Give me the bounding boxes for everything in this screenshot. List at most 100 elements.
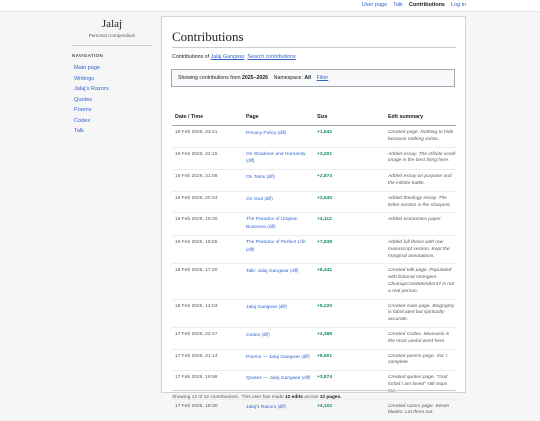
row-date[interactable]: 19 Feb 2026, 19:30 <box>172 212 243 236</box>
row-date[interactable]: 19 Feb 2026, 18:55 <box>172 235 243 265</box>
contributions-table: Date / Time Page Size Edit summary 19 Fe… <box>172 112 456 421</box>
contributions-subline: Contributions of Jalaj Gangwar Search co… <box>172 54 296 60</box>
header-size: Size <box>314 112 385 126</box>
row-diff-link[interactable]: (diff) <box>301 354 309 359</box>
sidebar-item-main-page[interactable]: Main page <box>72 63 152 74</box>
row-page-cell: Jalaj's Razors (diff) <box>243 399 314 421</box>
row-page-link[interactable]: Jalaj's Razors <box>246 405 276 410</box>
row-page-cell: Talk: Jalaj Gangwar (diff) <box>243 263 314 300</box>
row-diff-link[interactable]: (diff) <box>278 404 286 409</box>
row-diff-link[interactable]: (diff) <box>302 375 310 380</box>
row-page-cell: The Paradox of Utopian Business (diff) <box>243 212 314 236</box>
sidebar-item-talk[interactable]: Talk <box>72 126 152 137</box>
row-summary: Created quotes page. "God forbid I am lo… <box>385 370 456 400</box>
row-diff-link[interactable]: (diff) <box>267 174 275 179</box>
footer-across: across <box>304 395 319 400</box>
footer-edits: 12 edits <box>285 395 303 400</box>
row-page-link[interactable]: Privacy Policy <box>246 131 276 136</box>
sidebar-item-writings[interactable]: Writings <box>72 74 152 85</box>
row-date[interactable]: 18 Feb 2026, 17:20 <box>172 263 243 300</box>
row-page-link[interactable]: On God <box>246 197 263 202</box>
row-summary: Added theology essay. The Eden section i… <box>385 191 456 214</box>
sidebar-item-poems[interactable]: Poems <box>72 105 152 116</box>
table-row: 19 Feb 2026, 21:08 On Telos (diff) +2,874 A… <box>172 169 456 192</box>
footer-summary: Showing 12 of 12 contributions. This use… <box>172 395 342 400</box>
row-page-link[interactable]: Codex <box>246 333 260 338</box>
filter-link[interactable]: Filter <box>317 75 329 81</box>
top-link-log-in[interactable]: Log in <box>451 0 466 11</box>
table-row: 17 Feb 2026, 22:47 Codex (diff) +4,388 Crea… <box>172 327 456 350</box>
row-page-link[interactable]: The Paradox of Perfect Life <box>246 240 306 245</box>
table-row: 18 Feb 2026, 14:03 Jalaj Gangwar (diff) +5… <box>172 299 456 328</box>
row-page-link[interactable]: Poems — Jalaj Gangwar <box>246 355 300 360</box>
row-page-link[interactable]: Quotes — Jalaj Gangwar <box>246 376 301 381</box>
table-row: 19 Feb 2026, 22:15 On Shadows and Humanit… <box>172 147 456 171</box>
page-title: Contributions <box>172 29 244 44</box>
user-links: User page Talk Contributions Log in <box>362 0 466 11</box>
row-summary: Added essay. The infinite scroll image i… <box>385 147 456 171</box>
row-diff-link[interactable]: (diff) <box>279 304 287 309</box>
table-row: 19 Feb 2026, 19:30 The Paradox of Utopian… <box>172 212 456 236</box>
sidebar-item-quotes[interactable]: Quotes <box>72 95 152 106</box>
row-size: +5,220 <box>314 299 385 328</box>
top-link-contributions[interactable]: Contributions <box>409 0 445 11</box>
row-page-cell: Jalaj Gangwar (diff) <box>243 299 314 328</box>
top-link-user-page[interactable]: User page <box>362 0 387 11</box>
row-date[interactable]: 19 Feb 2026, 23:41 <box>172 125 243 148</box>
namespace-label: Namespace: <box>273 75 303 81</box>
row-size: +4,102 <box>314 399 385 421</box>
title-divider <box>172 47 456 48</box>
namespace-value: All <box>304 75 311 81</box>
header-summary: Edit summary <box>385 112 456 126</box>
table-row: 19 Feb 2026, 18:55 The Paradox of Perfect… <box>172 235 456 265</box>
subline-prefix: Contributions of <box>172 54 210 60</box>
row-summary: Created talk page. Populated with fictio… <box>385 263 456 300</box>
top-link-talk[interactable]: Talk <box>393 0 403 11</box>
row-summary: Created main page. Biography is fabricat… <box>385 299 456 328</box>
filter-box: Showing contributions from 2025–2026 Nam… <box>171 69 455 87</box>
row-page-link[interactable]: Jalaj Gangwar <box>246 305 277 310</box>
row-page-cell: Poems — Jalaj Gangwar (diff) <box>243 349 314 372</box>
row-date[interactable]: 19 Feb 2026, 20:44 <box>172 191 243 214</box>
content-panel: Contributions Contributions of Jalaj Gan… <box>161 16 466 421</box>
row-page-link[interactable]: On Shadows and Humanity <box>246 152 306 157</box>
row-size: +2,874 <box>314 169 385 192</box>
table-row: 17 Feb 2026, 18:30 Jalaj's Razors (diff) +… <box>172 399 456 421</box>
row-diff-link[interactable]: (diff) <box>246 247 254 252</box>
row-page-cell: Codex (diff) <box>243 327 314 350</box>
row-summary: Created poems page. Vol. I complete. <box>385 349 456 372</box>
row-size: +7,838 <box>314 235 385 265</box>
row-diff-link[interactable]: (diff) <box>262 332 270 337</box>
row-summary: Created Codex. Moususis is the most usef… <box>385 327 456 350</box>
row-page-link[interactable]: Talk: Jalaj Gangwar <box>246 269 289 274</box>
site-subtitle: Personal Compendium <box>88 33 136 38</box>
top-bar: User page Talk Contributions Log in <box>0 0 540 12</box>
footer-pages: 12 pages. <box>319 395 342 400</box>
table-row: 19 Feb 2026, 23:41 Privacy Policy (diff) +… <box>172 125 456 148</box>
footer-made-prefix: This user has made <box>241 395 284 400</box>
row-page-cell: Privacy Policy (diff) <box>243 125 314 148</box>
row-date[interactable]: 17 Feb 2026, 22:47 <box>172 327 243 350</box>
row-page-cell: On Shadows and Humanity (diff) <box>243 147 314 171</box>
footer-showing: Showing 12 of 12 contributions. <box>172 395 239 400</box>
row-diff-link[interactable]: (diff) <box>290 268 298 273</box>
sidebar-item-jalaj-s-razors[interactable]: Jalaj's Razors <box>72 84 152 95</box>
row-date[interactable]: 19 Feb 2026, 21:08 <box>172 169 243 192</box>
row-summary: Added essay on purpose and the infinite … <box>385 169 456 192</box>
row-diff-link[interactable]: (diff) <box>267 224 275 229</box>
row-diff-link[interactable]: (diff) <box>246 158 254 163</box>
row-summary: Created razors page. Seven blades. Let t… <box>385 399 456 421</box>
row-diff-link[interactable]: (diff) <box>278 130 286 135</box>
row-diff-link[interactable]: (diff) <box>265 196 273 201</box>
sidebar: Jalaj Personal Compendium NAVIGATION Mai… <box>72 18 152 137</box>
user-link[interactable]: Jalaj Gangwar <box>211 54 245 60</box>
row-page-link[interactable]: On Telos <box>246 175 265 180</box>
site-title[interactable]: Jalaj <box>72 18 152 30</box>
sidebar-item-codex[interactable]: Codex <box>72 116 152 127</box>
row-date[interactable]: 18 Feb 2026, 14:03 <box>172 299 243 328</box>
search-contributions-link[interactable]: Search contributions <box>247 54 295 60</box>
row-page-cell: On Telos (diff) <box>243 169 314 192</box>
row-date[interactable]: 17 Feb 2026, 18:30 <box>172 399 243 421</box>
row-date[interactable]: 17 Feb 2026, 21:14 <box>172 349 243 372</box>
row-date[interactable]: 19 Feb 2026, 22:15 <box>172 147 243 171</box>
